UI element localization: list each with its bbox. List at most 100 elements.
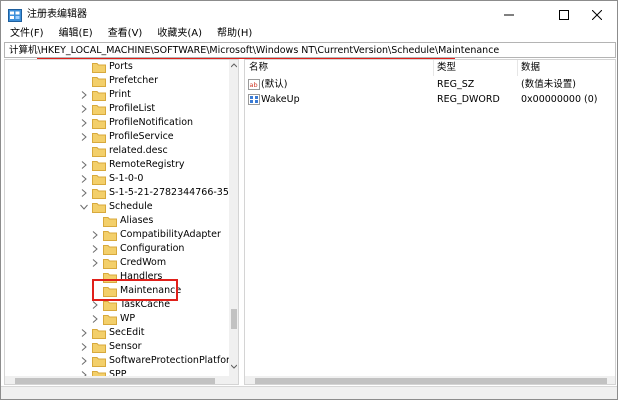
folder-icon [92, 132, 106, 143]
chevron-right-icon[interactable] [79, 354, 89, 368]
scroll-up-icon[interactable] [231, 63, 237, 68]
tree-item[interactable]: Ports [79, 60, 133, 74]
folder-icon [92, 328, 106, 339]
minimize-button[interactable] [489, 1, 529, 29]
menu-edit[interactable]: 编辑(E) [50, 27, 99, 41]
tree-item[interactable]: Print [79, 88, 131, 102]
close-button[interactable] [577, 1, 617, 29]
folder-icon [92, 188, 106, 199]
tree-item-label: ProfileNotification [109, 117, 194, 128]
tree-item-label: ProfileService [109, 131, 174, 142]
values-pane: 名称 类型 数据 ab (默认) REG_SZ (数值未设置) WakeUp R… [244, 59, 616, 385]
value-name: (默认) [261, 79, 288, 90]
window-title: 注册表编辑器 [27, 9, 87, 20]
chevron-right-icon[interactable] [79, 340, 89, 354]
status-bar [1, 386, 617, 399]
tree-item[interactable]: RemoteRegistry [79, 158, 185, 172]
tree-item[interactable]: related.desc [79, 144, 168, 158]
maximize-icon [559, 10, 569, 20]
menu-view[interactable]: 查看(V) [99, 27, 149, 41]
tree-horizontal-scroll-thumb[interactable] [15, 378, 215, 384]
column-separator[interactable] [517, 60, 518, 76]
value-row[interactable]: WakeUp REG_DWORD 0x00000000 (0) [245, 92, 615, 107]
column-separator[interactable] [433, 60, 434, 76]
chevron-right-icon[interactable] [90, 228, 100, 242]
binary-value-icon [248, 94, 260, 105]
tree-item-label: SoftwareProtectionPlatform [109, 355, 239, 366]
tree-item[interactable]: Configuration [90, 242, 184, 256]
chevron-right-icon[interactable] [90, 242, 100, 256]
tree-item[interactable]: WP [90, 312, 135, 326]
address-path[interactable]: 计算机\HKEY_LOCAL_MACHINE\SOFTWARE\Microsof… [9, 44, 499, 57]
chevron-right-icon[interactable] [79, 88, 89, 102]
tree-horizontal-scrollbar[interactable] [5, 376, 229, 384]
tree-item-label: S-1-0-0 [109, 173, 144, 184]
tree-item[interactable]: CompatibilityAdapter [90, 228, 221, 242]
tree-item[interactable]: Schedule [79, 200, 153, 214]
chevron-right-icon[interactable] [79, 158, 89, 172]
tree-item-label: Ports [109, 61, 133, 72]
value-row[interactable]: ab (默认) REG_SZ (数值未设置) [245, 77, 615, 92]
column-header-type[interactable]: 类型 [437, 60, 456, 76]
scroll-down-icon[interactable] [231, 364, 237, 369]
menu-favorites[interactable]: 收藏夹(A) [148, 27, 208, 41]
chevron-right-icon[interactable] [79, 172, 89, 186]
key-tree-pane: Ports Prefetcher Print ProfileList ProfileNo… [4, 59, 239, 385]
chevron-right-icon[interactable] [79, 116, 89, 130]
tree-vertical-scroll-thumb[interactable] [231, 309, 237, 329]
tree-item[interactable]: S-1-0-0 [79, 172, 143, 186]
chevron-right-icon[interactable] [79, 130, 89, 144]
folder-icon [103, 216, 117, 227]
menu-file[interactable]: 文件(F) [1, 27, 50, 41]
tree-item[interactable]: ProfileService [79, 130, 174, 144]
column-header-name[interactable]: 名称 [249, 60, 268, 76]
tree-item[interactable]: CredWom [90, 256, 166, 270]
tree-item[interactable]: ProfileList [79, 102, 155, 116]
chevron-down-icon[interactable] [79, 200, 89, 214]
value-name: WakeUp [261, 94, 300, 105]
tree-vertical-scrollbar[interactable] [229, 60, 238, 384]
maintenance-highlight-box [92, 279, 178, 301]
folder-icon [92, 202, 106, 213]
folder-icon [103, 314, 117, 325]
folder-icon [103, 300, 117, 311]
string-value-icon: ab [248, 79, 260, 90]
tree-item[interactable]: Sensor [79, 340, 142, 354]
chevron-right-icon[interactable] [79, 326, 89, 340]
tree-item-label: Print [109, 89, 131, 100]
tree-item[interactable]: S-1-5-21-2782344766-355612 [79, 186, 239, 200]
value-type: REG_SZ [437, 79, 475, 90]
tree-item[interactable]: Aliases [90, 214, 153, 228]
menu-help[interactable]: 帮助(H) [208, 27, 258, 41]
tree-item-label: ProfileList [109, 103, 156, 114]
folder-icon [92, 174, 106, 185]
folder-icon [92, 342, 106, 353]
chevron-right-icon[interactable] [90, 312, 100, 326]
value-type: REG_DWORD [437, 94, 500, 105]
folder-icon [92, 118, 106, 129]
tree-item-label: CredWom [120, 257, 167, 268]
folder-icon [92, 62, 106, 73]
tree-item[interactable]: Prefetcher [79, 74, 158, 88]
folder-icon [92, 146, 106, 157]
tree-item-label: Aliases [120, 215, 154, 226]
tree-item[interactable]: SoftwareProtectionPlatform [79, 354, 239, 368]
tree-item-label: Schedule [109, 201, 153, 212]
tree-item-label: S-1-5-21-2782344766-355612 [109, 187, 239, 198]
tree-item-label: Prefetcher [109, 75, 159, 86]
chevron-right-icon[interactable] [79, 186, 89, 200]
tree-item-label: WP [120, 313, 136, 324]
title-bar: 注册表编辑器 [1, 1, 617, 29]
column-header-data[interactable]: 数据 [521, 60, 540, 76]
chevron-right-icon[interactable] [79, 102, 89, 116]
value-data: (数值未设置) [521, 79, 576, 90]
address-bar[interactable]: 计算机\HKEY_LOCAL_MACHINE\SOFTWARE\Microsof… [4, 42, 616, 58]
tree-item-label: Sensor [109, 341, 142, 352]
tree-item[interactable]: ProfileNotification [79, 116, 193, 130]
values-horizontal-scroll-thumb[interactable] [255, 378, 607, 384]
tree-item[interactable]: SecEdit [79, 326, 145, 340]
values-horizontal-scrollbar[interactable] [245, 376, 615, 384]
chevron-right-icon[interactable] [90, 256, 100, 270]
tree-item-label: SecEdit [109, 327, 145, 338]
